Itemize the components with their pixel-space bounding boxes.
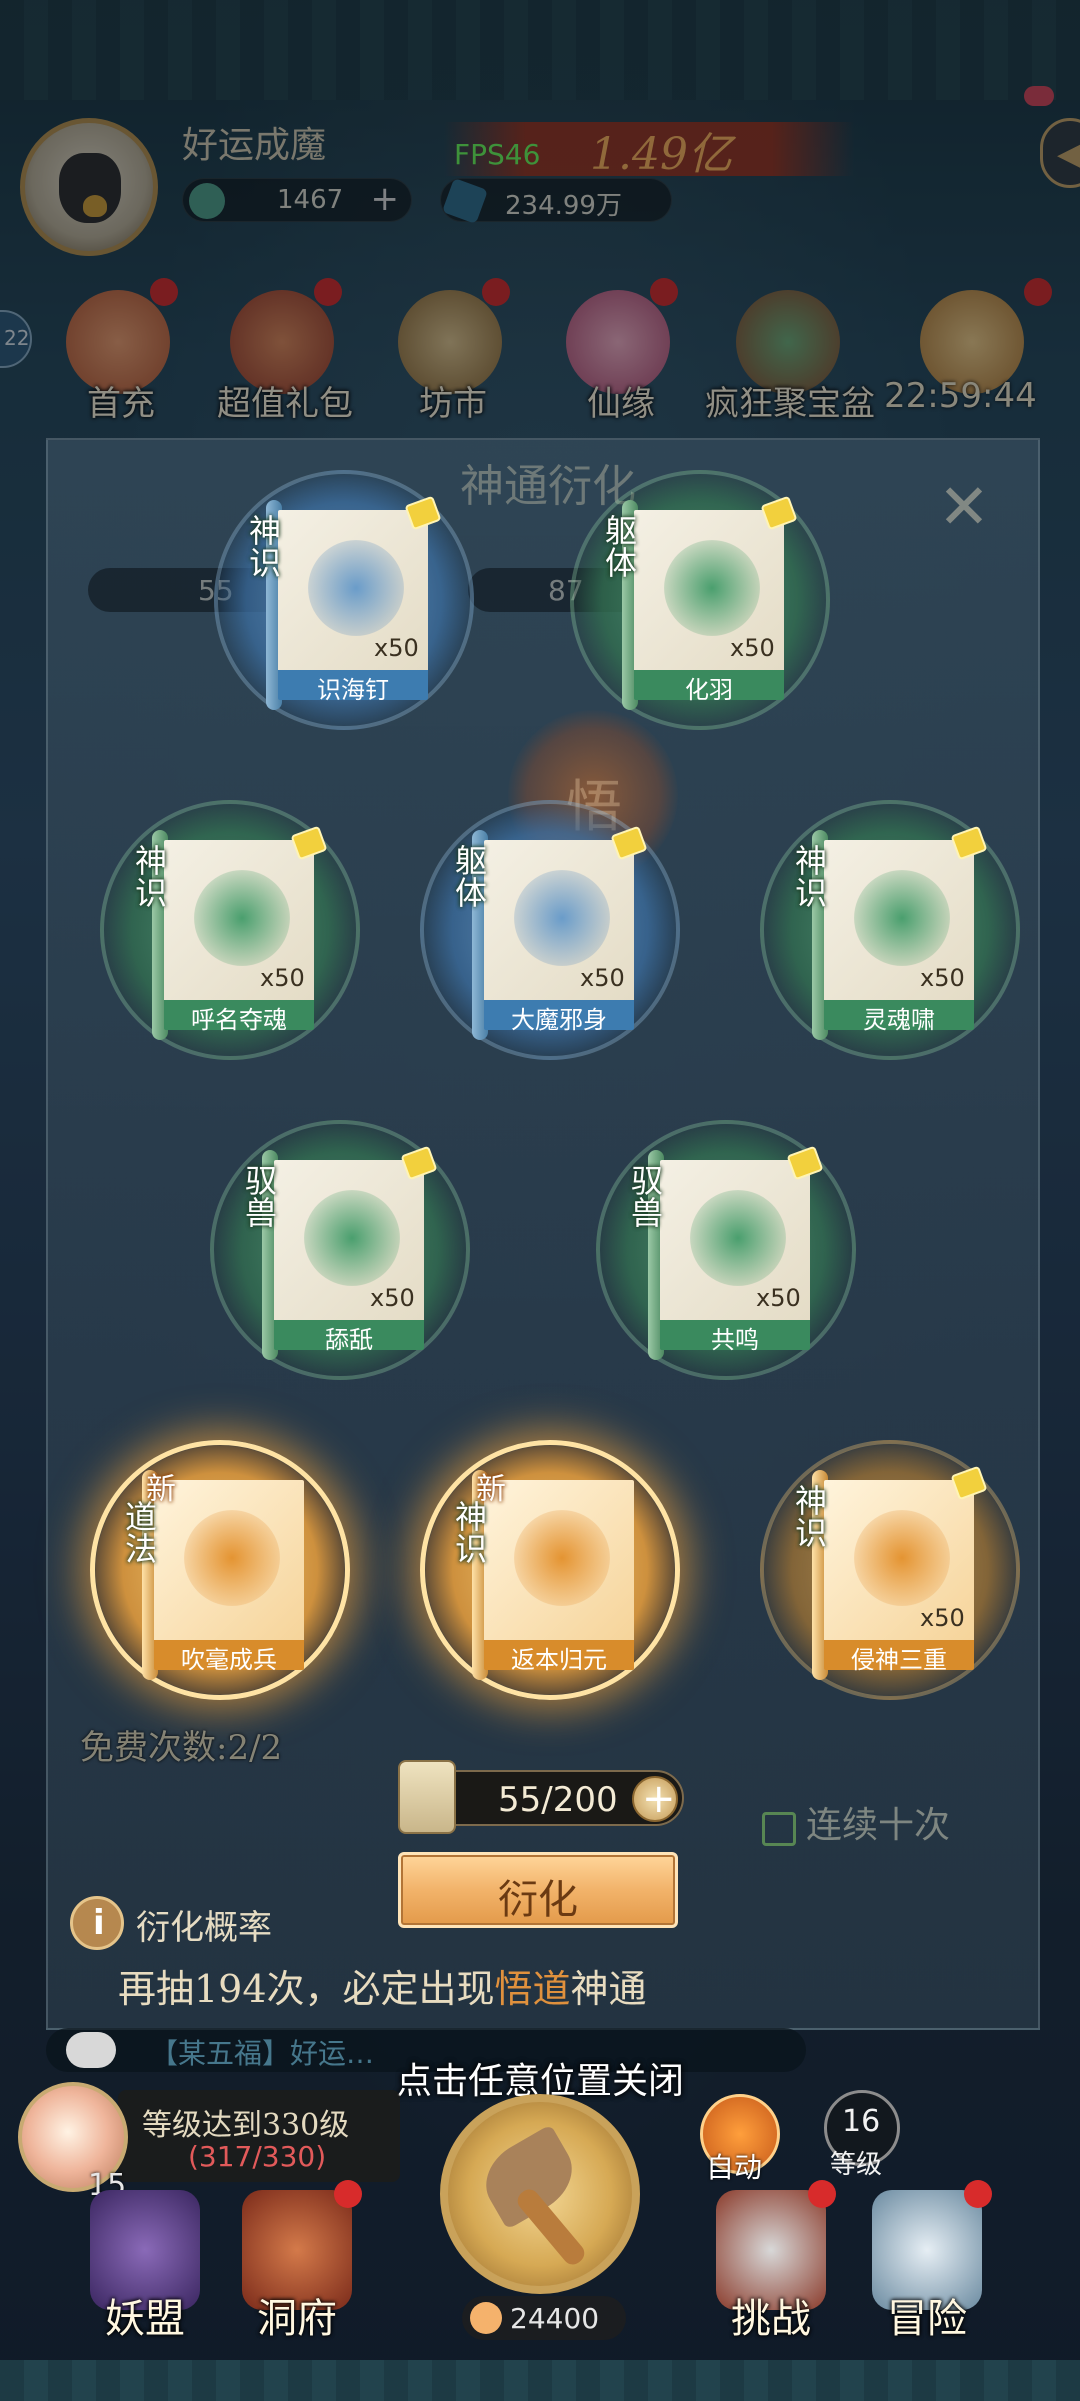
card-damoxieshen[interactable]: 躯体 x50 大魔邪身 [420,800,680,1060]
card-name: 共鸣 [711,1326,759,1354]
plus-icon: + [642,1776,676,1822]
nav-adventure[interactable]: 冒险 [852,2180,1002,2380]
hair-soldier-icon [184,1510,280,1606]
triple-spirit-icon [854,1510,950,1606]
card-name: 识海钉 [317,676,389,704]
close-icon[interactable]: ✕ [938,470,990,543]
bottom-decor-stripe [0,2360,1080,2401]
info-icon[interactable]: i [70,1896,124,1950]
new-badge: 新 [476,1472,506,1507]
card-name: 侵神三重 [851,1646,947,1674]
card-chuihaochengbing[interactable]: 道法 新 吹毫成兵 [90,1440,350,1700]
winged-beast-icon [664,540,760,636]
pity-highlight: 悟道 [494,1967,571,2011]
derive-button[interactable]: 衍化 [398,1852,678,1928]
quest-title: 等级达到330级 [142,2108,350,2143]
card-quantity: x50 [370,1284,415,1312]
coin-counter: 24400 [462,2296,626,2340]
nav-challenge[interactable]: 挑战 [696,2180,846,2380]
scroll-icon [398,1760,456,1834]
card-type: 神识 [450,1500,488,1564]
nav-label: 冒险 [887,2296,967,2342]
card-quantity: x50 [920,964,965,992]
card-type: 神识 [790,844,828,908]
chop-button[interactable] [440,2094,640,2294]
resonance-icon [690,1190,786,1286]
pity-prefix: 再抽194次，必定出现 [118,1967,495,2011]
free-count: 免费次数:2/2 [80,1728,283,1768]
card-quantity: x50 [260,964,305,992]
card-qinshensanchong[interactable]: 神识 x50 侵神三重 [760,1440,1020,1700]
card-name: 舔舐 [325,1326,373,1354]
ram-head-icon [304,1190,400,1286]
card-gongming[interactable]: 驭兽 x50 共鸣 [596,1120,856,1380]
card-tianshi[interactable]: 驭兽 x50 舔舐 [210,1120,470,1380]
card-name: 化羽 [685,676,733,704]
card-type: 神识 [130,844,168,908]
nav-label: 挑战 [731,2296,811,2342]
card-quantity: x50 [920,1604,965,1632]
quest-progress: (317/330) [188,2140,327,2173]
nav-label: 妖盟 [105,2296,185,2342]
flying-needle-icon [308,540,404,636]
card-quantity: x50 [580,964,625,992]
level-label: 等级 [830,2150,883,2180]
quest-box[interactable]: 等级达到330级 (317/330) [118,2090,400,2182]
pity-suffix: 神通 [570,1967,647,2011]
new-badge: 新 [146,1472,176,1507]
card-name: 呼名夺魂 [191,1006,287,1034]
level-number: 16 [842,2104,881,2139]
card-name: 灵魂啸 [863,1006,935,1034]
card-quantity: x50 [374,634,419,662]
card-name: 返本归元 [511,1646,607,1674]
card-type: 驭兽 [240,1164,278,1228]
red-dot [964,2180,992,2208]
red-dot [334,2180,362,2208]
pity-text: 再抽194次，必定出现悟道神通 [118,1958,647,2013]
soul-roar-icon [854,870,950,966]
nav-cave-house[interactable]: 洞府 [222,2180,372,2380]
nav-label: 洞府 [257,2296,337,2342]
red-dot [808,2180,836,2208]
ox-spirit-icon [194,870,290,966]
peach-coin-icon [470,2302,502,2334]
coin-value: 24400 [510,2302,600,2335]
card-type: 驭兽 [626,1164,664,1228]
card-name: 大魔邪身 [511,1006,607,1034]
nav-demon-alliance[interactable]: 妖盟 [70,2180,220,2380]
card-linghunxiao[interactable]: 神识 x50 灵魂啸 [760,800,1020,1060]
scroll-counter: 55/200 + [398,1760,684,1834]
meditation-icon [514,1510,610,1606]
card-name: 吹毫成兵 [181,1646,277,1674]
ten-times-label: 连续十次 [806,1805,951,1846]
probability-link[interactable]: 衍化概率 [136,1900,272,1949]
card-quantity: x50 [730,634,775,662]
demon-body-icon [514,870,610,966]
card-type: 躯体 [450,844,488,908]
card-type: 道法 [120,1500,158,1564]
card-shihaiding[interactable]: 神识 x50 识海钉 [214,470,474,730]
card-type: 躯体 [600,514,638,578]
card-type: 神识 [790,1484,828,1548]
ten-times-checkbox[interactable] [762,1812,796,1846]
card-fanbenguiyuan[interactable]: 神识 新 返本归元 [420,1440,680,1700]
card-type: 神识 [244,514,282,578]
card-quantity: x50 [756,1284,801,1312]
add-scroll-button[interactable]: + [632,1776,678,1822]
scroll-count-value: 55/200 [498,1780,618,1820]
card-huayu[interactable]: 躯体 x50 化羽 [570,470,830,730]
derive-button-label: 衍化 [498,1877,578,1923]
card-humingduohun[interactable]: 神识 x50 呼名夺魂 [100,800,360,1060]
